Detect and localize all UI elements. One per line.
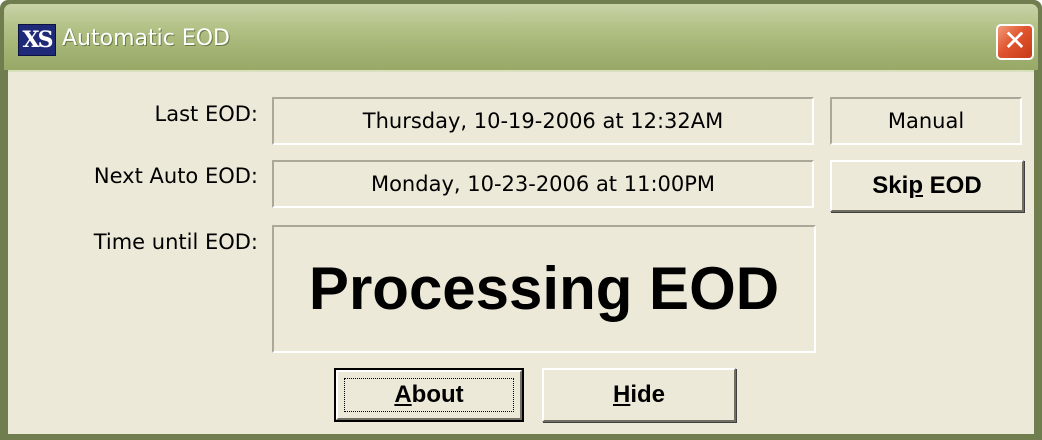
- next-auto-eod-label: Next Auto EOD:: [93, 164, 258, 188]
- time-until-eod-value: Processing EOD: [272, 225, 816, 353]
- xs-app-icon: XS: [18, 24, 56, 56]
- close-button[interactable]: ✕: [996, 24, 1034, 60]
- close-icon: ✕: [1003, 25, 1027, 56]
- window-title: Automatic EOD: [62, 26, 230, 51]
- hide-label-rest: ide: [630, 381, 666, 408]
- last-eod-label: Last EOD:: [154, 102, 258, 126]
- skip-eod-mnemonic: p: [908, 172, 923, 199]
- next-auto-eod-value: Monday, 10-23-2006 at 11:00PM: [272, 160, 814, 208]
- about-label-rest: bout: [411, 381, 464, 408]
- about-mnemonic: A: [394, 381, 412, 408]
- time-until-eod-label: Time until EOD:: [93, 230, 258, 254]
- title-bar[interactable]: XS Automatic EOD ✕: [4, 4, 1038, 70]
- about-button[interactable]: About: [334, 368, 524, 422]
- automatic-eod-window: XS Automatic EOD ✕ Last EOD: Thursday, 1…: [0, 0, 1042, 440]
- last-eod-value: Thursday, 10-19-2006 at 12:32AM: [272, 97, 814, 145]
- dialog-client-area: Last EOD: Thursday, 10-19-2006 at 12:32A…: [8, 70, 1034, 434]
- last-eod-mode: Manual: [830, 97, 1022, 145]
- hide-button[interactable]: Hide: [542, 368, 736, 422]
- skip-eod-label-post: EOD: [923, 172, 982, 199]
- hide-mnemonic: H: [612, 381, 631, 408]
- skip-eod-button[interactable]: Skip EOD: [830, 160, 1024, 212]
- skip-eod-label-pre: Ski: [872, 172, 909, 199]
